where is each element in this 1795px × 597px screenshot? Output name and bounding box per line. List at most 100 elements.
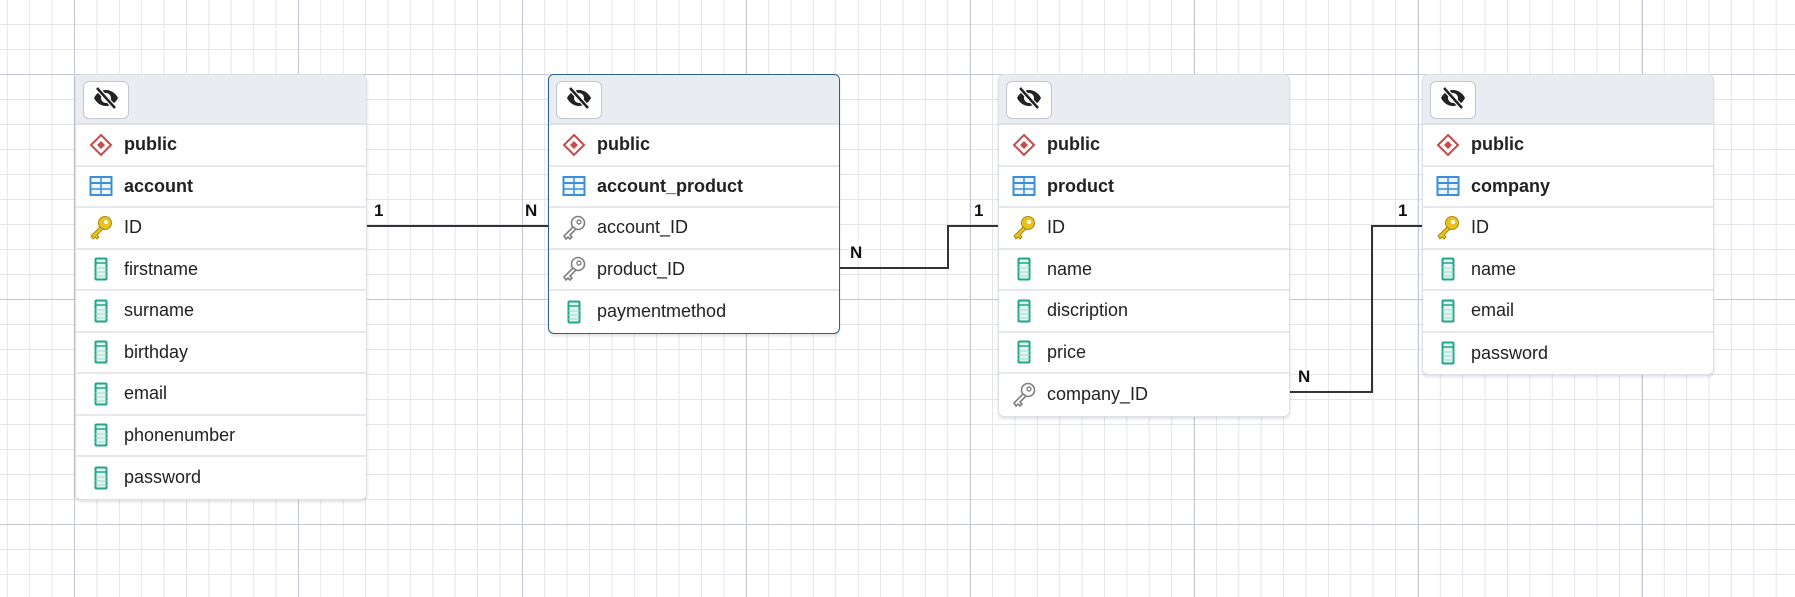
table-name: account (124, 175, 194, 196)
cardinality-label: N (850, 243, 863, 262)
schema-icon (1435, 132, 1461, 158)
column-name: email (1471, 300, 1515, 321)
column-icon (1011, 339, 1037, 365)
schema-icon (1011, 132, 1037, 158)
cardinality-label: N (525, 201, 538, 220)
table-icon (561, 173, 587, 199)
column-row[interactable]: password (1423, 333, 1713, 375)
column-row[interactable]: product_ID (549, 250, 839, 291)
toggle-visibility-button[interactable] (1006, 81, 1052, 119)
schema-row: public (549, 125, 839, 167)
column-icon (88, 465, 114, 491)
table-header (999, 75, 1289, 125)
table-name-row: product (999, 167, 1289, 208)
column-name: company_ID (1047, 384, 1149, 405)
schema-icon (88, 132, 114, 158)
column-name: discription (1047, 300, 1129, 321)
primary-key-icon (1011, 215, 1037, 241)
column-icon (561, 299, 587, 325)
table-name: account_product (597, 175, 744, 196)
table-header (76, 75, 366, 125)
column-name: name (1471, 258, 1517, 279)
column-row[interactable]: ID (1423, 208, 1713, 250)
column-icon (88, 381, 114, 407)
table-icon (1435, 173, 1461, 199)
table-header (549, 75, 839, 125)
table-name-row: company (1423, 167, 1713, 208)
column-icon (88, 422, 114, 448)
table-name: company (1471, 175, 1551, 196)
column-name: ID (124, 217, 142, 238)
column-icon (1011, 256, 1037, 282)
column-name: paymentmethod (597, 301, 727, 322)
table-node-product[interactable]: public product ID name discription price compa… (998, 74, 1290, 417)
column-row[interactable]: firstname (76, 250, 366, 291)
column-row[interactable]: email (76, 374, 366, 416)
schema-name: public (1047, 134, 1100, 155)
column-name: product_ID (597, 258, 686, 279)
toggle-visibility-button[interactable] (556, 81, 602, 119)
column-name: email (124, 383, 168, 404)
foreign-key-icon (1011, 382, 1037, 408)
schema-name: public (597, 134, 650, 155)
column-row[interactable]: phonenumber (76, 416, 366, 457)
column-icon (1435, 256, 1461, 282)
column-icon (1435, 298, 1461, 324)
column-name: password (124, 467, 202, 488)
column-icon (88, 339, 114, 365)
column-name: price (1047, 341, 1087, 362)
cardinality-label: 1 (1398, 201, 1408, 220)
column-row[interactable]: name (999, 250, 1289, 291)
column-row[interactable]: password (76, 457, 366, 499)
column-row[interactable]: discription (999, 291, 1289, 333)
primary-key-icon (88, 215, 114, 241)
cardinality-label: N (1298, 367, 1311, 386)
schema-row: public (76, 125, 366, 167)
schema-name: public (124, 134, 177, 155)
column-row[interactable]: account_ID (549, 208, 839, 250)
cardinality-label: 1 (374, 201, 384, 220)
eye-slash-icon (1439, 85, 1467, 115)
eye-slash-icon (1015, 85, 1043, 115)
eye-slash-icon (92, 85, 120, 115)
column-icon (88, 298, 114, 324)
table-name-row: account_product (549, 167, 839, 208)
table-node-company[interactable]: public company ID name email password (1422, 74, 1714, 375)
column-name: password (1471, 342, 1549, 363)
column-row[interactable]: ID (76, 208, 366, 250)
primary-key-icon (1435, 215, 1461, 241)
table-name: product (1047, 175, 1114, 196)
column-row[interactable]: ID (999, 208, 1289, 250)
table-header (1423, 75, 1713, 125)
column-row[interactable]: price (999, 333, 1289, 374)
column-name: surname (124, 300, 195, 321)
table-icon (1011, 173, 1037, 199)
column-icon (1435, 340, 1461, 366)
table-icon (88, 173, 114, 199)
column-row[interactable]: company_ID (999, 374, 1289, 416)
toggle-visibility-button[interactable] (1430, 81, 1476, 119)
column-name: account_ID (597, 217, 689, 238)
foreign-key-icon (561, 215, 587, 241)
table-node-account-product[interactable]: public account_product account_ID product_I… (548, 74, 840, 334)
column-name: firstname (124, 258, 199, 279)
column-row[interactable]: surname (76, 291, 366, 333)
table-name-row: account (76, 167, 366, 208)
column-name: ID (1047, 217, 1065, 238)
column-row[interactable]: birthday (76, 333, 366, 374)
column-name: birthday (124, 341, 189, 362)
column-name: phonenumber (124, 424, 236, 445)
column-row[interactable]: paymentmethod (549, 291, 839, 333)
column-row[interactable]: email (1423, 291, 1713, 333)
eye-slash-icon (565, 85, 593, 115)
column-icon (1011, 298, 1037, 324)
column-name: name (1047, 258, 1093, 279)
column-row[interactable]: name (1423, 250, 1713, 291)
column-name: ID (1471, 217, 1489, 238)
schema-name: public (1471, 134, 1524, 155)
column-icon (88, 256, 114, 282)
toggle-visibility-button[interactable] (83, 81, 129, 119)
foreign-key-icon (561, 256, 587, 282)
table-node-account[interactable]: public account ID firstname surname birthday e… (75, 74, 367, 500)
schema-row: public (1423, 125, 1713, 167)
